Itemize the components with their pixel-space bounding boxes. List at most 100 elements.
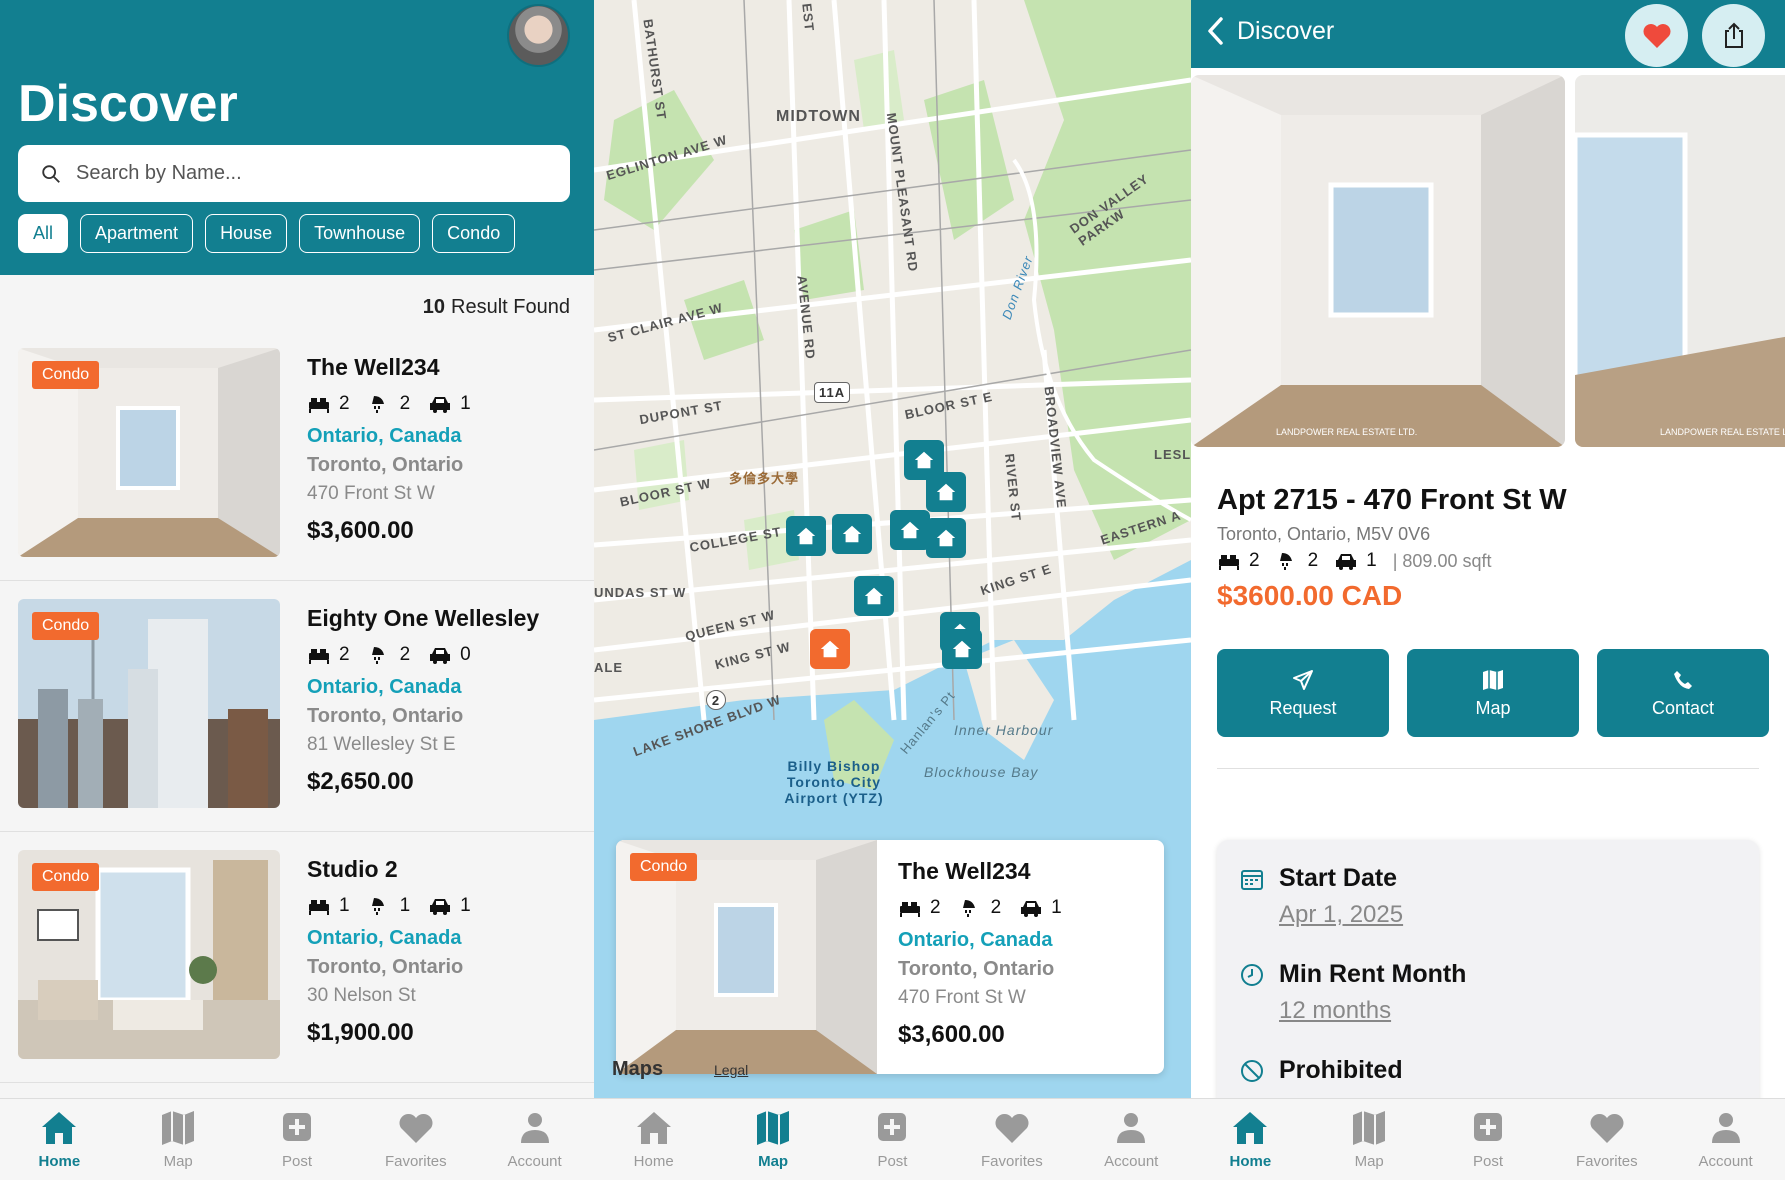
favorite-button[interactable] [1625, 4, 1688, 67]
listing-city: Toronto, Ontario [307, 705, 464, 727]
results-count: 10 Result Found [423, 296, 570, 319]
tab-label: Favorites [384, 1153, 447, 1170]
listing-address: 81 Wellesley St E [307, 734, 456, 755]
min-rent-row: Min Rent Month 12 months [1239, 960, 1466, 1025]
tab-map[interactable]: Map [1314, 1109, 1424, 1180]
listing-photo: Condo [18, 599, 280, 808]
photo-carousel[interactable]: LANDPOWER REAL ESTATE LTD. LANDPOWER REA… [1191, 75, 1785, 447]
map-label: UNDAS ST W [594, 585, 687, 600]
map-pin[interactable] [786, 516, 826, 556]
prohibited-label: Prohibited [1279, 1056, 1403, 1084]
filter-condo[interactable]: Condo [432, 214, 516, 253]
tab-account[interactable]: Account [1671, 1109, 1781, 1180]
listing-price: $3600.00 CAD [1217, 580, 1403, 611]
share-button[interactable] [1702, 4, 1765, 67]
filter-house[interactable]: House [205, 214, 288, 253]
listing-tag: Condo [630, 853, 698, 881]
map-icon [757, 1111, 790, 1145]
filter-townhouse[interactable]: Townhouse [299, 214, 421, 253]
listing-card[interactable]: Condo Studio 2 1 1 1 Ontario, Canada Tor… [0, 832, 594, 1083]
tab-favorites[interactable]: Favorites [957, 1109, 1067, 1180]
tab-home[interactable]: Home [1195, 1109, 1305, 1180]
home-icon [900, 521, 920, 539]
map-icon [162, 1111, 195, 1145]
tab-map[interactable]: Map [123, 1109, 233, 1180]
map-label: 多倫多大學 [729, 471, 800, 486]
map-view[interactable]: MIDTOWN EGLINTON AVE W ST CLAIR AVE W DU… [594, 0, 1191, 1098]
listing-region: Ontario, Canada [898, 929, 1053, 951]
map-pin[interactable] [832, 514, 872, 554]
tab-home[interactable]: Home [599, 1109, 709, 1180]
home-icon [914, 451, 934, 469]
map-button[interactable]: Map [1407, 649, 1579, 737]
header: Discover Search by Name... All Apartment… [0, 0, 594, 275]
tab-favorites[interactable]: Favorites [361, 1109, 471, 1180]
listing-photo: LANDPOWER REAL ESTATE LTD. [1191, 75, 1565, 447]
request-label: Request [1269, 697, 1337, 718]
listing-address: 470 Front St W [307, 483, 435, 504]
tab-favorites[interactable]: Favorites [1552, 1109, 1662, 1180]
map-label: LESLI [1154, 447, 1191, 462]
tab-post[interactable]: Post [837, 1109, 947, 1180]
tab-label: Home [1229, 1153, 1272, 1170]
start-date-value[interactable]: Apr 1, 2025 [1279, 901, 1403, 929]
listing-card[interactable]: Condo Eighty One Wellesley 2 2 0 Ontario… [0, 581, 594, 832]
contact-button[interactable]: Contact [1597, 649, 1769, 737]
photo-watermark: LANDPOWER REAL ESTATE LTD. [1276, 427, 1417, 437]
car-icon [430, 648, 451, 664]
tab-label: Map [758, 1153, 789, 1170]
tab-post[interactable]: Post [242, 1109, 352, 1180]
car-icon [1336, 554, 1357, 570]
listing-name: Studio 2 [307, 856, 398, 882]
tab-label: Map [1354, 1153, 1384, 1170]
tab-account[interactable]: Account [480, 1109, 590, 1180]
listing-name: The Well234 [898, 858, 1031, 884]
request-button[interactable]: Request [1217, 649, 1389, 737]
plus-icon [1473, 1113, 1502, 1141]
selected-listing-card[interactable]: Condo The Well234 2 2 1 Ontario, Canada … [616, 840, 1164, 1074]
tab-label: Favorites [981, 1153, 1043, 1170]
listing-photo: Condo [18, 850, 280, 1059]
min-rent-value[interactable]: 12 months [1279, 997, 1466, 1025]
filter-apartment[interactable]: Apartment [80, 214, 194, 253]
map-pin[interactable] [854, 576, 894, 616]
plus-icon [878, 1113, 907, 1141]
tab-account[interactable]: Account [1076, 1109, 1186, 1180]
listing-photo: LANDPOWER REAL ESTATE LTD. [1575, 75, 1785, 447]
tab-post[interactable]: Post [1433, 1109, 1543, 1180]
car-icon [1021, 901, 1042, 917]
min-rent-label: Min Rent Month [1279, 960, 1467, 988]
parking-count: 1 [460, 393, 471, 414]
map-pin[interactable] [890, 510, 930, 550]
action-buttons: Request Map Contact [1217, 649, 1769, 737]
calendar-icon [1241, 870, 1263, 890]
search-input[interactable]: Search by Name... [18, 145, 570, 202]
parking-count: 0 [460, 644, 471, 665]
tab-home[interactable]: Home [4, 1109, 114, 1180]
back-button[interactable]: Discover [1205, 16, 1334, 46]
avatar[interactable] [507, 4, 570, 67]
shower-icon [1279, 553, 1292, 570]
filter-all[interactable]: All [18, 214, 69, 253]
listing-card[interactable]: Condo The Well234 2 2 1 Ontario, Canada … [0, 330, 594, 581]
listing-title: Apt 2715 - 470 Front St W [1217, 484, 1567, 516]
rental-info-card: Start Date Apr 1, 2025 Min Rent Month 12… [1217, 840, 1759, 1140]
map-icon [1483, 669, 1503, 690]
tab-map[interactable]: Map [718, 1109, 828, 1180]
parking-count: 1 [1051, 897, 1062, 918]
map-pin[interactable] [926, 518, 966, 558]
map-pin[interactable] [942, 629, 982, 669]
legal-link[interactable]: Legal [714, 1062, 748, 1078]
amenities: 2 2 1 | 809.00 sqft [1217, 550, 1491, 572]
listing-name: Eighty One Wellesley [307, 605, 540, 631]
bed-icon [900, 902, 920, 917]
listing-name: The Well234 [307, 354, 440, 380]
listing-photo: Condo [616, 840, 877, 1074]
tab-label: Account [1104, 1153, 1159, 1170]
home-icon [636, 1112, 671, 1144]
map-pin-selected[interactable] [810, 629, 850, 669]
listing-price: $2,650.00 [307, 768, 414, 795]
map-pin[interactable] [926, 472, 966, 512]
map-icon [1353, 1111, 1386, 1145]
listing-price: $1,900.00 [307, 1019, 414, 1046]
